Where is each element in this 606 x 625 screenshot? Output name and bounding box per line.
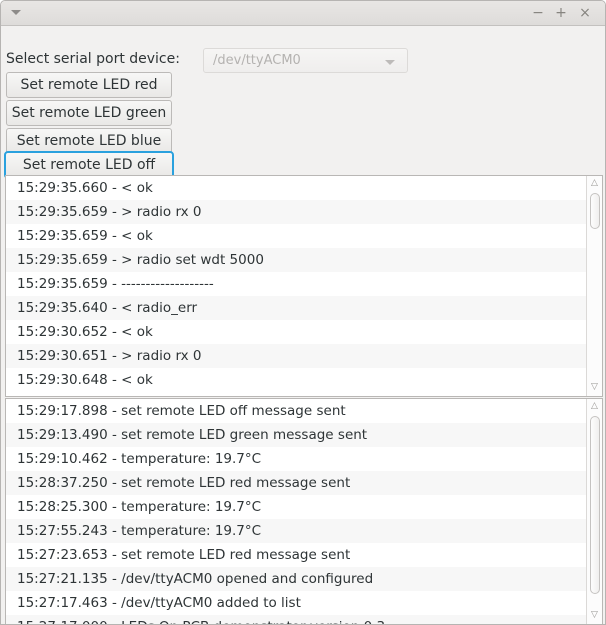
- serial-log-list[interactable]: 15:29:35.660 - < ok 15:29:35.659 - > radi…: [6, 176, 587, 396]
- log-row[interactable]: 15:29:10.462 - temperature: 19.7°C: [6, 447, 587, 471]
- serial-log-panel: 15:29:35.660 - < ok 15:29:35.659 - > radi…: [5, 175, 603, 397]
- log-row[interactable]: 15:28:37.250 - set remote LED red messag…: [6, 471, 587, 495]
- log-row[interactable]: 15:29:35.659 - -------------------: [6, 272, 587, 296]
- maximize-button[interactable]: +: [550, 1, 572, 26]
- log-row[interactable]: 15:29:30.651 - > radio rx 0: [6, 344, 587, 368]
- chevron-down-icon[interactable]: ▽: [587, 381, 602, 395]
- log-row[interactable]: 15:27:23.653 - set remote LED red messag…: [6, 543, 587, 567]
- chevron-up-icon[interactable]: △: [587, 177, 602, 191]
- set-led-red-button[interactable]: Set remote LED red: [6, 72, 172, 98]
- log-row[interactable]: 15:29:35.659 - > radio rx 0: [6, 200, 587, 224]
- controls-area: Select serial port device: /dev/ttyACM0 …: [1, 26, 605, 193]
- set-led-green-button[interactable]: Set remote LED green: [6, 100, 172, 126]
- serial-port-select-value: /dev/ttyACM0: [213, 53, 301, 68]
- minimize-button[interactable]: −: [527, 1, 549, 26]
- log-row[interactable]: 15:29:35.659 - > radio set wdt 5000: [6, 248, 587, 272]
- titlebar: − + ×: [1, 1, 605, 26]
- scrollbar-thumb[interactable]: [590, 193, 600, 229]
- log-row[interactable]: 15:27:17.000 - LEDs On PCB demonstrator …: [6, 615, 587, 624]
- log-row[interactable]: 15:29:17.898 - set remote LED off messag…: [6, 399, 587, 423]
- chevron-down-icon: [385, 60, 395, 65]
- log-row[interactable]: 15:29:30.652 - < ok: [6, 320, 587, 344]
- close-button[interactable]: ×: [574, 1, 596, 26]
- log-row[interactable]: 15:27:17.463 - /dev/ttyACM0 added to lis…: [6, 591, 587, 615]
- event-log-list[interactable]: 15:29:17.898 - set remote LED off messag…: [6, 399, 587, 624]
- log-row[interactable]: 15:27:55.243 - temperature: 19.7°C: [6, 519, 587, 543]
- chevron-down-icon[interactable]: ▽: [587, 609, 602, 623]
- scrollbar-thumb[interactable]: [590, 416, 600, 594]
- log-row[interactable]: 15:29:35.660 - < ok: [6, 176, 587, 200]
- chevron-up-icon[interactable]: △: [587, 400, 602, 414]
- log-row[interactable]: 15:27:21.135 - /dev/ttyACM0 opened and c…: [6, 567, 587, 591]
- log-row[interactable]: 15:28:25.300 - temperature: 19.7°C: [6, 495, 587, 519]
- select-serial-port-label: Select serial port device:: [6, 51, 180, 67]
- application-window: − + × Select serial port device: /dev/tt…: [0, 0, 606, 625]
- serial-port-select[interactable]: /dev/ttyACM0: [203, 48, 408, 73]
- window-menu-icon[interactable]: [11, 10, 21, 15]
- serial-log-scrollbar[interactable]: △ ▽: [586, 176, 602, 396]
- log-row[interactable]: 15:29:35.640 - < radio_err: [6, 296, 587, 320]
- event-log-scrollbar[interactable]: △ ▽: [586, 399, 602, 624]
- log-row[interactable]: 15:29:30.648 - < ok: [6, 368, 587, 392]
- event-log-panel: 15:29:17.898 - set remote LED off messag…: [5, 398, 603, 624]
- log-row[interactable]: 15:29:35.659 - < ok: [6, 224, 587, 248]
- log-row[interactable]: 15:29:13.490 - set remote LED green mess…: [6, 423, 587, 447]
